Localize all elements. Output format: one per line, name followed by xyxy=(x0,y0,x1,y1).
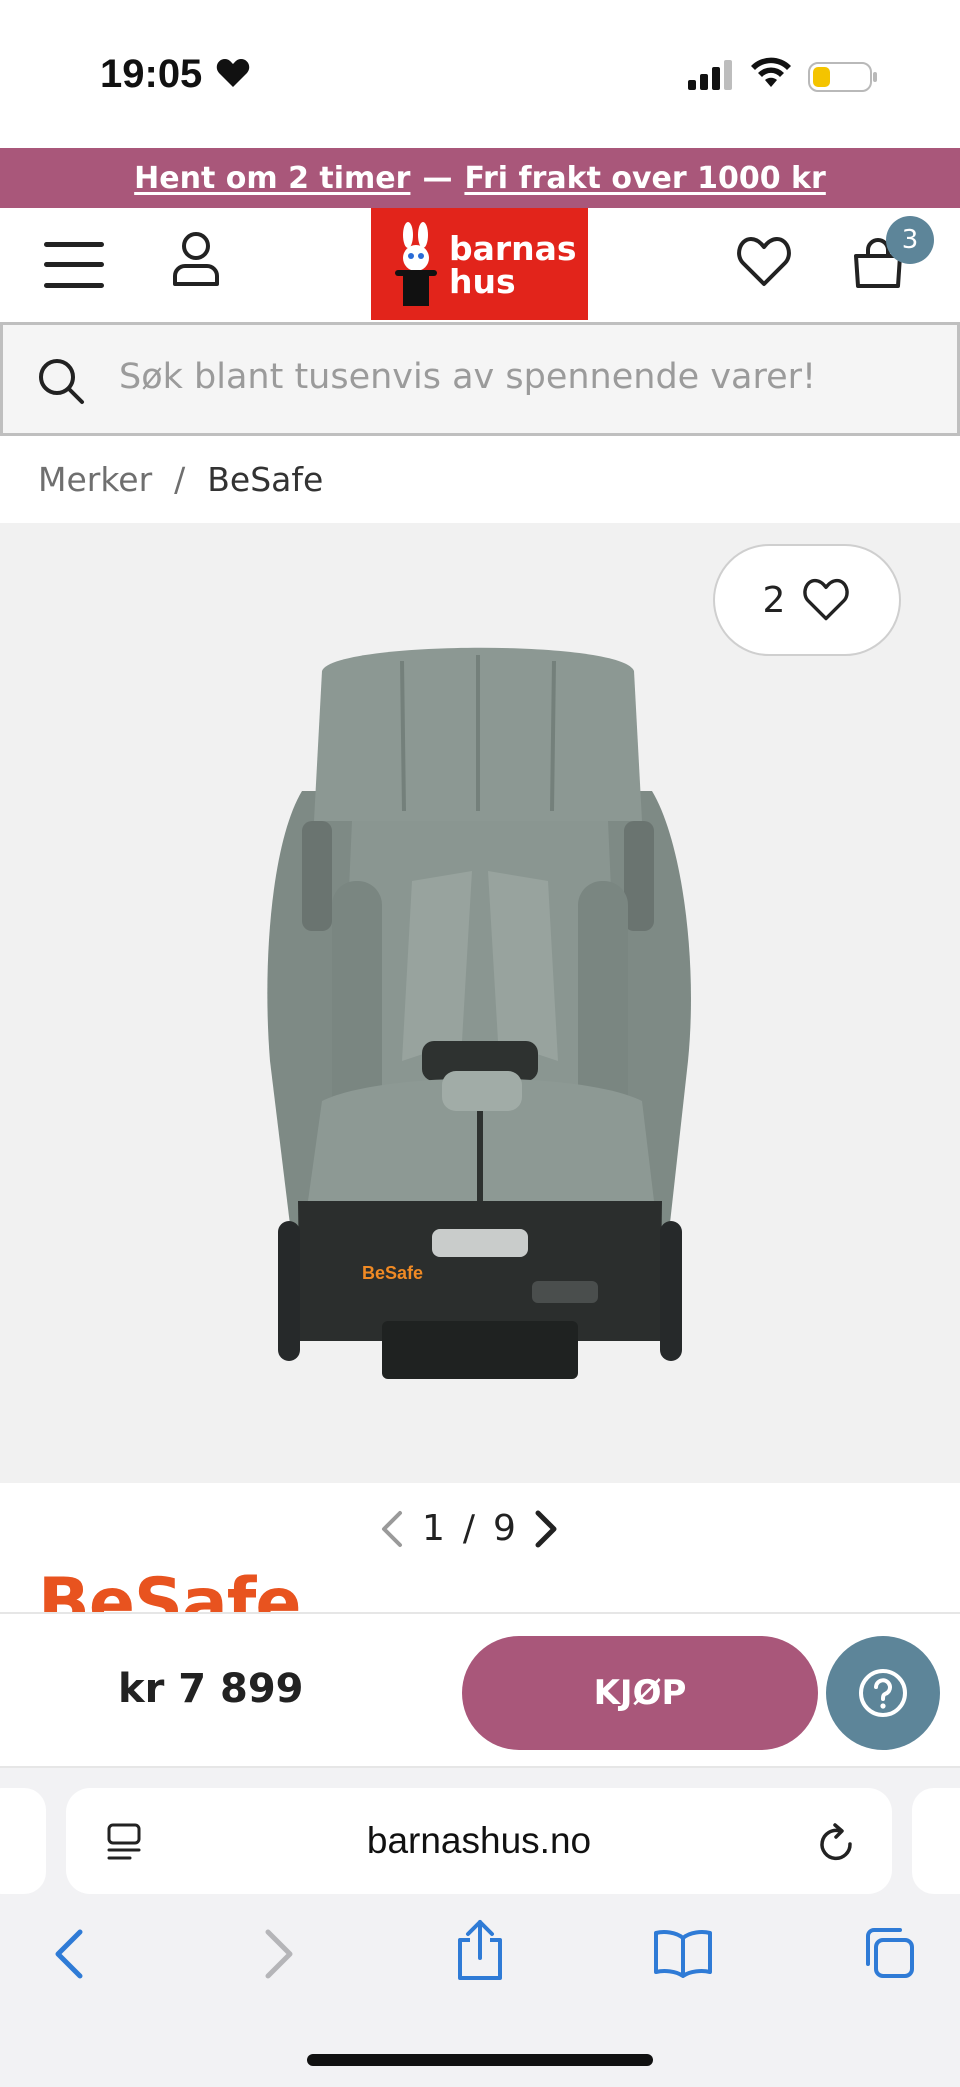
brand-logo-text: BeSafe xyxy=(38,1568,302,1613)
buy-button[interactable]: KJØP xyxy=(462,1636,818,1750)
breadcrumb: Merker / BeSafe xyxy=(38,460,323,499)
battery-icon xyxy=(808,62,877,92)
next-tab-preview[interactable] xyxy=(912,1788,960,1894)
heart-outline-icon xyxy=(803,578,850,621)
cart-count-badge: 3 xyxy=(886,216,934,264)
favorite-count: 2 xyxy=(762,579,786,621)
address-bar[interactable]: barnashus.no xyxy=(66,1788,892,1894)
pager-current: 1 xyxy=(422,1508,445,1549)
search-icon xyxy=(39,359,84,404)
buy-bar: kr 7 899 KJØP xyxy=(0,1612,960,1768)
breadcrumb-besafe[interactable]: BeSafe xyxy=(207,460,323,499)
status-time: 19:05 xyxy=(100,52,203,96)
url-text: barnashus.no xyxy=(366,1820,592,1861)
product-gallery[interactable]: BeSafe xyxy=(0,523,960,1483)
status-bar: 19:05 xyxy=(0,0,960,148)
car-seat-image xyxy=(267,647,691,1379)
wishlist-heart-icon[interactable] xyxy=(736,236,792,288)
free-shipping-link[interactable]: Fri frakt over 1000 kr xyxy=(464,161,825,196)
reload-icon[interactable] xyxy=(818,1822,856,1862)
tabs-icon[interactable] xyxy=(860,1924,916,1980)
rabbit-in-hat-icon xyxy=(395,222,437,306)
search-input[interactable] xyxy=(119,357,899,397)
bookmarks-icon[interactable] xyxy=(652,1928,714,1978)
image-pager: 1 / 9 xyxy=(380,1508,558,1549)
seat-brand-label: BeSafe xyxy=(362,1263,424,1283)
browser-toolbar: barnashus.no xyxy=(0,1768,960,2087)
promo-banner: Hent om 2 timer — Fri frakt over 1000 kr xyxy=(0,148,960,208)
back-icon[interactable] xyxy=(52,1928,88,1980)
home-indicator[interactable] xyxy=(307,2054,653,2066)
breadcrumb-merker[interactable]: Merker xyxy=(38,460,152,499)
chevron-left-icon[interactable] xyxy=(380,1509,404,1549)
wifi-icon xyxy=(751,57,791,87)
pager-total: 9 xyxy=(493,1508,516,1549)
favorite-count-button[interactable]: 2 xyxy=(713,544,901,656)
help-button[interactable] xyxy=(826,1636,940,1750)
cellular-signal-icon xyxy=(688,60,732,90)
search-bar xyxy=(0,322,960,436)
logo-line-1: barnas xyxy=(449,229,577,268)
question-circle-icon xyxy=(859,1669,907,1717)
barnashus-logo[interactable]: barnas hus xyxy=(371,208,588,320)
logo-wordmark: barnas hus xyxy=(449,232,577,298)
promo-separator: — xyxy=(422,160,453,196)
pickup-link[interactable]: Hent om 2 timer xyxy=(134,161,410,196)
heart-filled-icon xyxy=(216,59,250,87)
site-header: barnas hus 3 xyxy=(0,208,960,322)
breadcrumb-separator: / xyxy=(174,460,186,499)
product-price: kr 7 899 xyxy=(118,1666,304,1712)
forward-icon[interactable] xyxy=(260,1928,296,1980)
logo-line-2: hus xyxy=(449,262,516,301)
pager-separator: / xyxy=(462,1508,476,1549)
user-icon[interactable] xyxy=(172,232,220,286)
brand-logo[interactable]: BeSafe xyxy=(38,1568,398,1613)
menu-icon[interactable] xyxy=(44,242,104,288)
share-icon[interactable] xyxy=(454,1918,506,1982)
previous-tab-preview[interactable] xyxy=(0,1788,46,1894)
chevron-right-icon[interactable] xyxy=(534,1509,558,1549)
